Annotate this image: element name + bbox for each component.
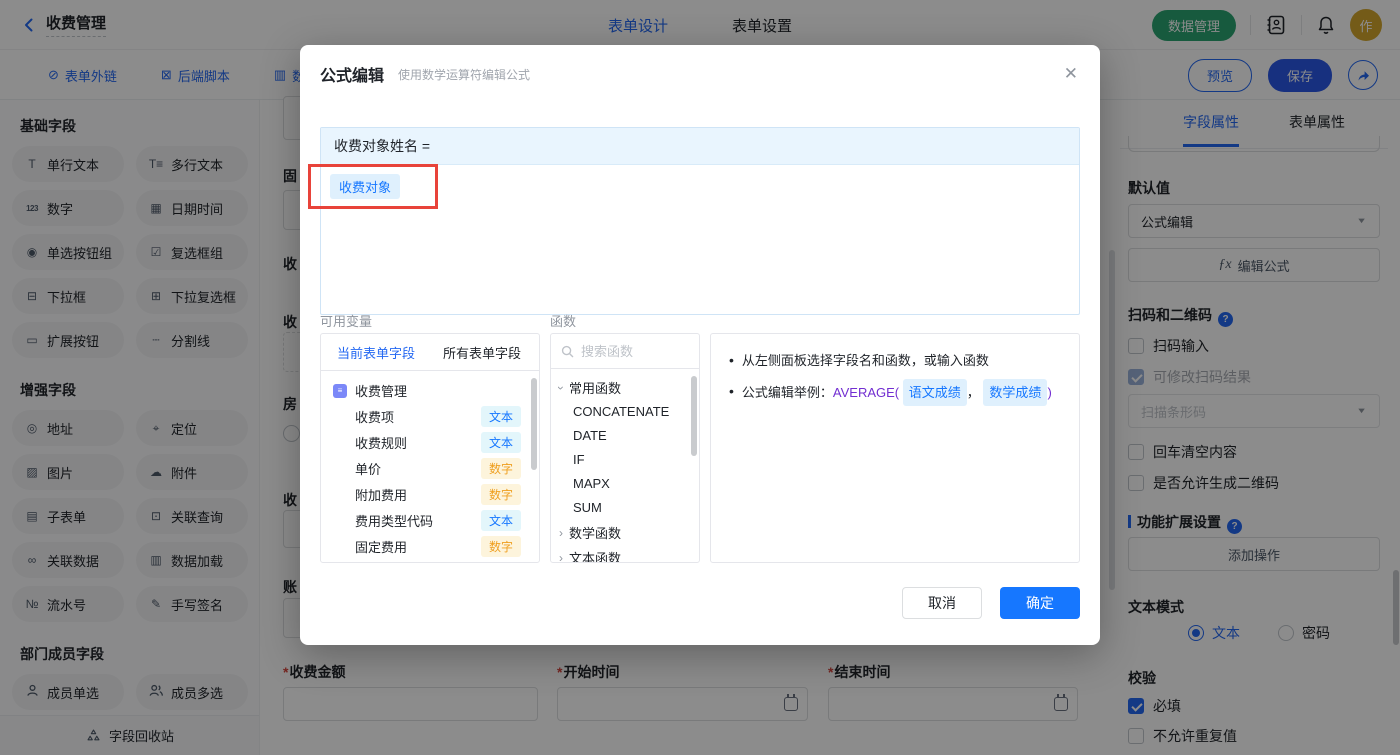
tab-current-form-fields[interactable]: 当前表单字段 xyxy=(337,343,415,362)
search-functions-input[interactable] xyxy=(581,343,676,359)
type-badge: 文本 xyxy=(480,405,521,427)
func-group-math[interactable]: › 数学函数 xyxy=(551,520,699,545)
variables-panel: 当前表单字段 所有表单字段 ≡ 收费管理 收费项 文本 收费规则 文本 单价 数字 附… xyxy=(320,333,540,563)
formula-edit-modal: 公式编辑 使用数学运算符编辑公式 ✕ 收费对象姓名 = 收费对象 可用变量 函数… xyxy=(300,45,1100,645)
example-close-paren: ) xyxy=(1047,385,1052,400)
bullet: • xyxy=(729,383,734,399)
tree-root-label: 收费管理 xyxy=(355,384,408,399)
modal-title: 公式编辑 xyxy=(320,68,385,85)
func-item-mapx[interactable]: MAPX xyxy=(551,472,699,496)
search-icon xyxy=(561,345,574,357)
type-badge: 数字 xyxy=(480,535,521,557)
variable-item[interactable]: 收费项 文本 xyxy=(333,403,529,429)
funcs-label: 函数 xyxy=(550,314,577,329)
chevron-collapsed-icon: › xyxy=(559,525,563,540)
chevron-collapsed-icon: › xyxy=(559,550,563,563)
variable-item[interactable]: 收费规则 文本 xyxy=(333,429,529,455)
type-badge: 文本 xyxy=(480,509,521,531)
confirm-button[interactable]: 确定 xyxy=(1000,587,1080,619)
tip-line-1: • 从左侧面板选择字段名和函数，或输入函数 xyxy=(729,348,1061,373)
modal-subtitle: 使用数学运算符编辑公式 xyxy=(398,67,531,82)
func-item-if[interactable]: IF xyxy=(551,448,699,472)
chevron-expanded-icon: › xyxy=(554,385,568,390)
close-icon[interactable]: ✕ xyxy=(1064,65,1078,82)
tips-panel: • 从左侧面板选择字段名和函数，或输入函数 • 公式编辑举例：AVERAGE( … xyxy=(710,333,1080,563)
cancel-button[interactable]: 取消 xyxy=(902,587,982,619)
tree-root-form[interactable]: ≡ 收费管理 xyxy=(333,378,529,403)
variable-item[interactable]: 附加费用 数字 xyxy=(333,481,529,507)
variable-item[interactable]: 单价 数字 xyxy=(333,455,529,481)
annotation-rectangle xyxy=(308,164,438,209)
form-doc-icon: ≡ xyxy=(333,383,347,398)
tab-all-form-fields[interactable]: 所有表单字段 xyxy=(443,343,521,362)
functions-panel: ›常用函数 CONCATENATE DATE IF MAPX SUM ›数学函数… xyxy=(550,333,700,563)
modal-header: 公式编辑 使用数学运算符编辑公式 xyxy=(300,45,1100,103)
variable-item[interactable]: 固定费用 数字 xyxy=(333,533,529,559)
type-badge: 数字 xyxy=(480,457,521,479)
func-group-text[interactable]: › 文本函数 xyxy=(551,545,699,563)
example-function: AVERAGE( xyxy=(832,385,900,400)
func-item-sum[interactable]: SUM xyxy=(551,496,699,520)
formula-editor[interactable]: 收费对象姓名 = xyxy=(320,127,1080,315)
app-window: 收费管理 表单设计 表单设置 数据管理 作 ⊘ 表单外链 ⊠ 后端脚本 ▥ 预览… xyxy=(0,0,1400,755)
formula-target: 收费对象姓名 = xyxy=(321,128,1079,165)
tip-line-2: • 公式编辑举例：AVERAGE( 语文成绩， 数学成绩) xyxy=(729,379,1061,406)
example-chip-1: 语文成绩 xyxy=(902,379,967,406)
func-group-common[interactable]: › 常用函数 xyxy=(551,375,699,400)
example-chip-2: 数学成绩 xyxy=(983,379,1048,406)
type-badge: 数字 xyxy=(480,483,521,505)
func-item-date[interactable]: DATE xyxy=(551,424,699,448)
bullet: • xyxy=(729,352,734,368)
type-badge: 文本 xyxy=(480,431,521,453)
vars-label: 可用变量 xyxy=(320,314,373,329)
example-comma: ， xyxy=(966,385,980,400)
func-item-concatenate[interactable]: CONCATENATE xyxy=(551,400,699,424)
variable-item[interactable]: 费用类型代码 文本 xyxy=(333,507,529,533)
example-prefix: 公式编辑举例： xyxy=(741,385,833,400)
variables-scrollbar[interactable] xyxy=(531,378,537,470)
functions-scrollbar[interactable] xyxy=(691,376,697,456)
